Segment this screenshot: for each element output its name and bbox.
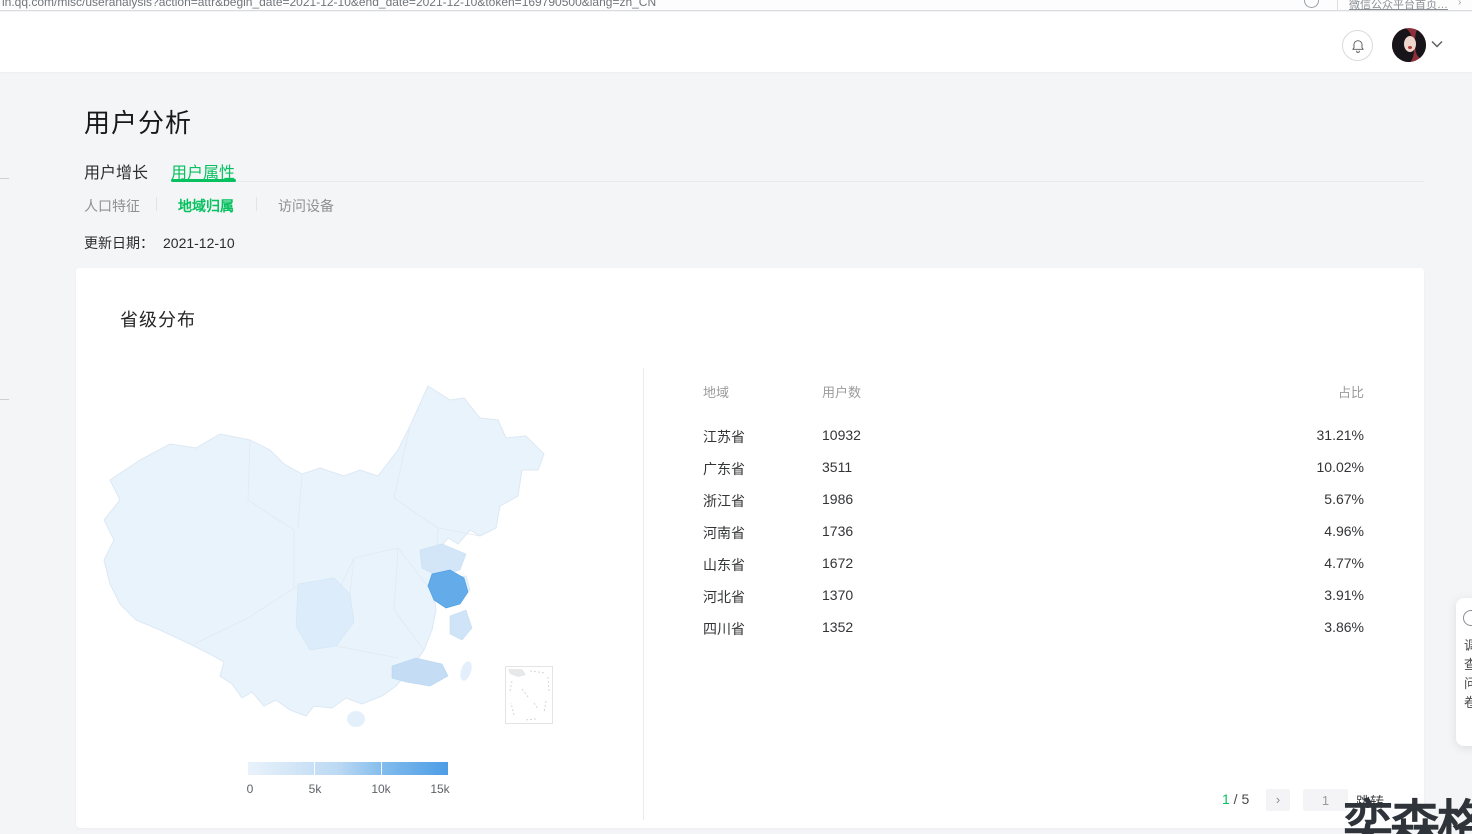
province-distribution-card: 省级分布 (76, 268, 1424, 828)
card-title: 省级分布 (120, 306, 196, 332)
user-avatar[interactable] (1392, 28, 1426, 62)
table-header-row: 地域 用户数 占比 (703, 382, 1364, 402)
next-page-button[interactable]: › (1266, 789, 1290, 811)
cell-percentage: 3.91% (1324, 587, 1364, 603)
china-choropleth-map[interactable] (98, 376, 568, 732)
south-china-sea-inset (505, 666, 553, 724)
table-row: 江苏省 10932 31.21% (703, 427, 1364, 447)
cell-percentage: 3.86% (1324, 619, 1364, 635)
cell-percentage: 4.77% (1324, 555, 1364, 571)
cell-count: 1672 (822, 555, 853, 571)
subtab-divider (156, 197, 157, 211)
cell-region: 江苏省 (703, 427, 745, 447)
legend-tick: 0 (230, 782, 270, 796)
cell-count: 1352 (822, 619, 853, 635)
survey-floating-widget[interactable]: 调查问卷 (1456, 598, 1472, 746)
cell-percentage: 5.67% (1324, 491, 1364, 507)
page-jump-input[interactable] (1303, 789, 1348, 811)
notification-bell-button[interactable] (1342, 30, 1373, 61)
address-url-text[interactable]: in.qq.com/misc/useranalysis?action=attr&… (2, 0, 656, 9)
current-page: 1 (1222, 791, 1230, 807)
subtab-divider (256, 197, 257, 211)
cell-count: 1986 (822, 491, 853, 507)
wechat-mp-user-analysis-page: in.qq.com/misc/useranalysis?action=attr&… (0, 0, 1472, 834)
avatar-art (1415, 28, 1426, 58)
bell-icon (1350, 38, 1366, 54)
header-count: 用户数 (822, 382, 861, 401)
legend-tick: 10k (361, 782, 401, 796)
total-pages: 5 (1241, 791, 1249, 807)
table-row: 河南省 1736 4.96% (703, 523, 1364, 543)
reload-icon[interactable] (1304, 0, 1319, 8)
watermark-text: 奕森格 (1343, 784, 1472, 834)
avatar-art (1404, 36, 1416, 52)
province-table: 地域 用户数 占比 江苏省 10932 31.21% 广东省 3511 10.0… (703, 382, 1364, 651)
page-divider: / (1230, 791, 1242, 807)
page-title: 用户分析 (84, 103, 192, 140)
active-tab-underline (171, 179, 236, 182)
bookmark-link[interactable]: 微信公众平台首页… (1349, 0, 1453, 11)
cell-region: 浙江省 (703, 491, 745, 511)
cell-count: 10932 (822, 427, 861, 443)
survey-icon (1463, 610, 1472, 626)
cell-count: 1370 (822, 587, 853, 603)
edge-line-artifact (0, 399, 9, 400)
browser-address-bar[interactable]: in.qq.com/misc/useranalysis?action=attr&… (0, 0, 1472, 11)
table-row: 浙江省 1986 5.67% (703, 491, 1364, 511)
province-zhejiang (450, 610, 472, 640)
cell-region: 山东省 (703, 555, 745, 575)
browser-caret-icon[interactable]: › (1458, 0, 1461, 8)
island-taiwan (458, 660, 474, 682)
update-date-label: 更新日期： (84, 235, 154, 251)
cell-region: 四川省 (703, 619, 745, 639)
cell-count: 1736 (822, 523, 853, 539)
avatar-art (1408, 46, 1412, 49)
island-hainan (347, 711, 365, 727)
tab-separator-line (236, 181, 1424, 182)
app-header (0, 12, 1472, 73)
cell-percentage: 10.02% (1317, 459, 1364, 475)
update-date-row: 更新日期： 2021-12-10 (84, 233, 235, 253)
legend-tick: 5k (295, 782, 335, 796)
cell-count: 3511 (822, 459, 852, 475)
table-row: 山东省 1672 4.77% (703, 555, 1364, 575)
subtab-region[interactable]: 地域归属 (178, 196, 234, 216)
survey-label: 调查问卷 (1464, 636, 1472, 712)
china-map-svg (98, 376, 568, 732)
edge-line-artifact (0, 178, 9, 179)
page-indicator: 1 / 5 (1222, 791, 1249, 807)
cell-percentage: 31.21% (1317, 427, 1364, 443)
header-region: 地域 (703, 382, 729, 401)
address-bar-divider (1337, 0, 1338, 11)
tab-user-growth[interactable]: 用户增长 (84, 159, 148, 183)
table-row: 广东省 3511 10.02% (703, 459, 1364, 479)
subtab-devices[interactable]: 访问设备 (278, 196, 334, 216)
update-date-value: 2021-12-10 (163, 235, 235, 251)
chevron-down-icon[interactable] (1431, 40, 1443, 48)
subtab-demographics[interactable]: 人口特征 (84, 196, 140, 216)
table-row: 四川省 1352 3.86% (703, 619, 1364, 639)
cell-region: 河南省 (703, 523, 745, 543)
legend-tick: 15k (420, 782, 460, 796)
china-mainland-shape (104, 386, 544, 716)
card-vertical-divider (643, 368, 644, 820)
cell-region: 河北省 (703, 587, 745, 607)
map-color-scale (248, 762, 448, 775)
cell-region: 广东省 (703, 459, 745, 479)
table-row: 河北省 1370 3.91% (703, 587, 1364, 607)
cell-percentage: 4.96% (1324, 523, 1364, 539)
header-percentage: 占比 (1338, 382, 1364, 401)
